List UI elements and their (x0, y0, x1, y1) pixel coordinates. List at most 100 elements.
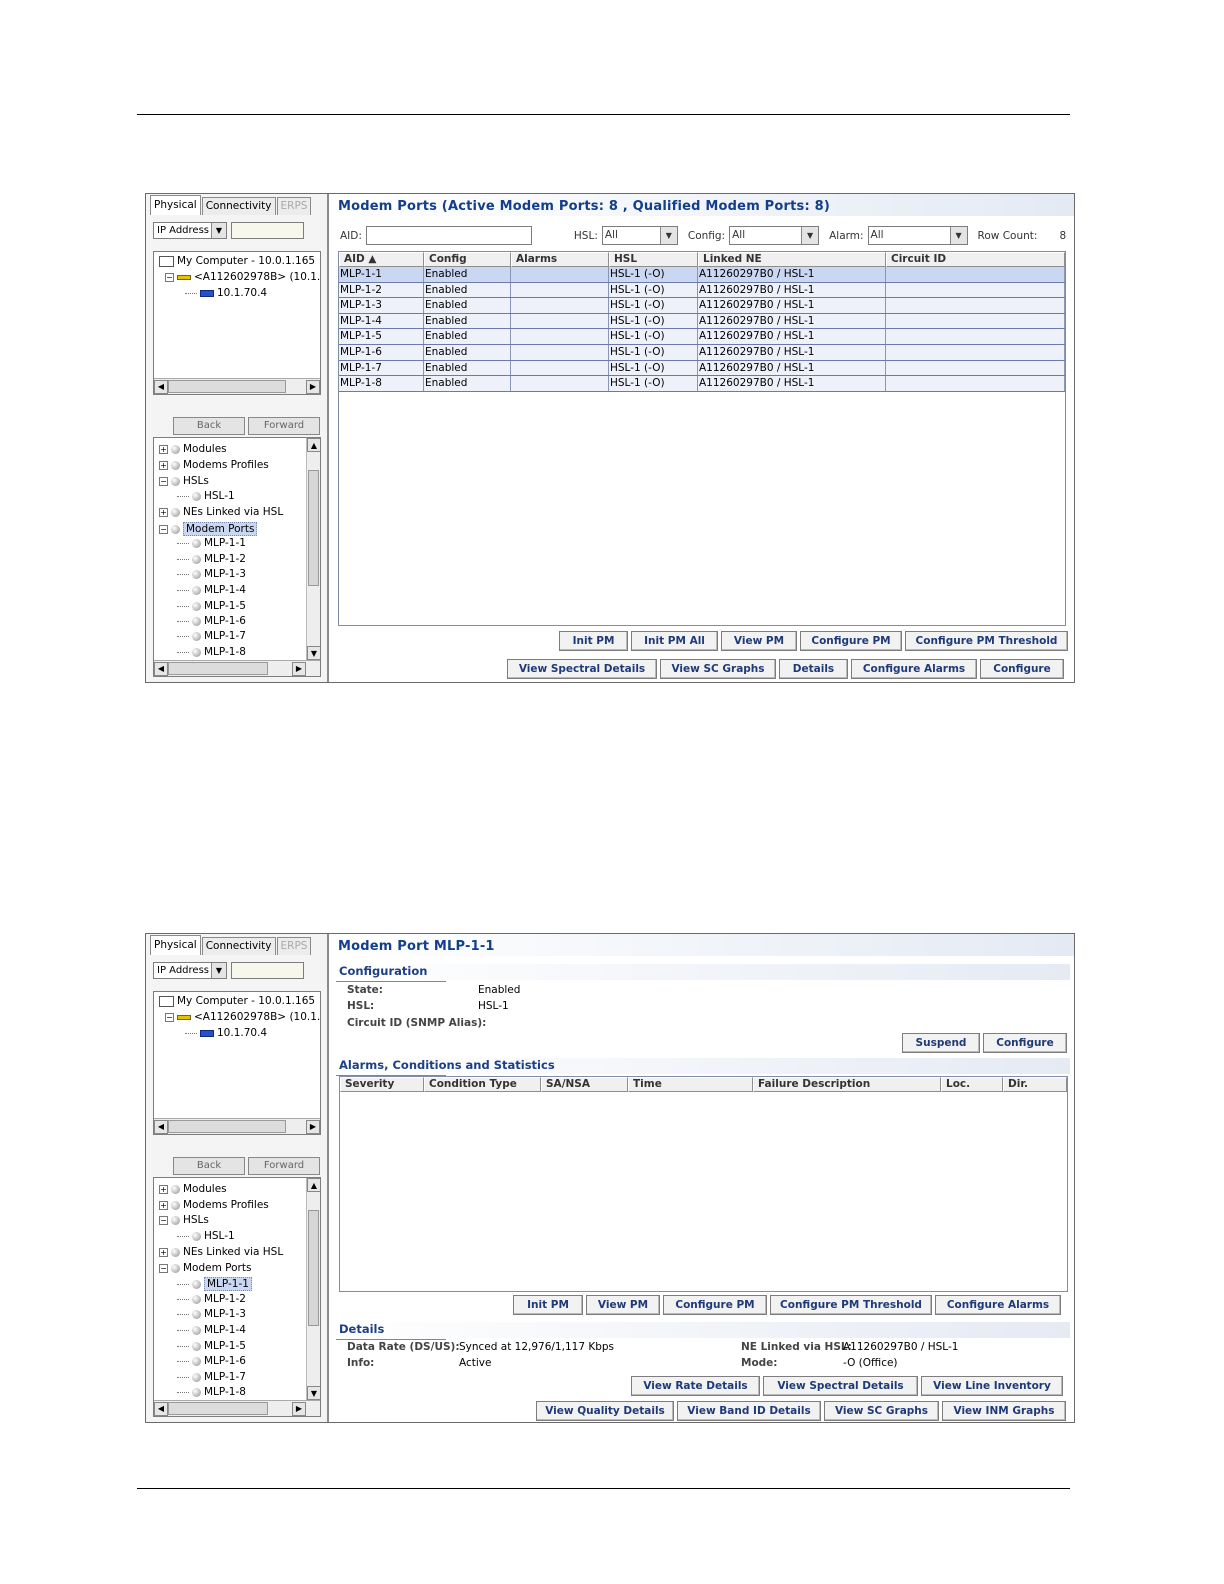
configure-pm-button[interactable]: Configure PM (663, 1295, 767, 1315)
tab-physical[interactable]: Physical (150, 195, 201, 215)
horizontal-scrollbar[interactable]: ◀ ▶ (154, 660, 320, 676)
view-band-id-details-button[interactable]: View Band ID Details (677, 1401, 821, 1421)
tree-node-mlp-1-7[interactable]: MLP-1-7 (177, 1371, 246, 1383)
back-button[interactable]: Back (173, 1157, 245, 1175)
scroll-right-icon[interactable]: ▶ (306, 1119, 320, 1134)
tree-node-modem-ports[interactable]: − Modem Ports (159, 522, 258, 536)
address-input[interactable] (231, 962, 304, 979)
tree-node-modules[interactable]: + Modules (159, 443, 227, 455)
scroll-thumb[interactable] (168, 380, 286, 393)
vertical-scrollbar[interactable]: ▲ ▼ (306, 438, 320, 660)
scroll-right-icon[interactable]: ▶ (306, 379, 320, 394)
tree-node-mlp-1-5[interactable]: MLP-1-5 (177, 600, 246, 612)
column-condition-type[interactable]: Condition Type (424, 1077, 541, 1092)
scroll-thumb[interactable] (168, 662, 268, 675)
column-sa-nsa[interactable]: SA/NSA (541, 1077, 628, 1092)
scroll-left-icon[interactable]: ◀ (154, 661, 168, 676)
tree-node-mlp-1-4[interactable]: MLP-1-4 (177, 1324, 246, 1336)
column-failure-description[interactable]: Failure Description (753, 1077, 941, 1092)
init-pm-button[interactable]: Init PM (513, 1295, 583, 1315)
scroll-down-icon[interactable]: ▼ (307, 1386, 320, 1400)
column-time[interactable]: Time (628, 1077, 753, 1092)
tree-node-mlp-1-8[interactable]: MLP-1-8 (177, 646, 246, 658)
tree-node-profiles[interactable]: + Modems Profiles (159, 459, 269, 471)
column-aid[interactable]: AID ▲ (339, 252, 424, 267)
configure-alarms-button[interactable]: Configure Alarms (935, 1295, 1061, 1315)
tree-node-mlp-1-6[interactable]: MLP-1-6 (177, 1355, 246, 1367)
tree-node-mlp-1-1[interactable]: MLP-1-1 (177, 1277, 252, 1291)
view-inm-graphs-button[interactable]: View INM Graphs (942, 1401, 1066, 1421)
scroll-down-icon[interactable]: ▼ (307, 646, 320, 660)
init-pm-all-button[interactable]: Init PM All (631, 631, 718, 651)
column-hsl[interactable]: HSL (609, 252, 698, 267)
view-spectral-details-button[interactable]: View Spectral Details (507, 659, 657, 679)
tree-node-mlp-1-8[interactable]: MLP-1-8 (177, 1386, 246, 1398)
alarm-filter-select[interactable]: All ▼ (867, 226, 968, 245)
scroll-thumb[interactable] (168, 1402, 268, 1415)
address-type-select[interactable]: IP Address ▼ (153, 962, 227, 979)
view-spectral-details-button[interactable]: View Spectral Details (763, 1376, 918, 1396)
tree-node-mlp-1-6[interactable]: MLP-1-6 (177, 615, 246, 627)
scroll-right-icon[interactable]: ▶ (292, 661, 306, 676)
table-row[interactable]: MLP-1-3 Enabled HSL-1 (-O) A11260297B0 / HS… (339, 298, 1065, 314)
configure-pm-threshold-button[interactable]: Configure PM Threshold (905, 631, 1068, 651)
scroll-thumb[interactable] (168, 1120, 286, 1133)
table-row[interactable]: MLP-1-6 Enabled HSL-1 (-O) A11260297B0 / HS… (339, 344, 1065, 361)
column-circuit-id[interactable]: Circuit ID (886, 252, 1065, 267)
tree-node-my-computer[interactable]: My Computer - 10.0.1.165 (159, 255, 315, 267)
scroll-thumb[interactable] (308, 1210, 319, 1326)
tree-node-mlp-1-7[interactable]: MLP-1-7 (177, 630, 246, 642)
tree-node-mlp-1-5[interactable]: MLP-1-5 (177, 1340, 246, 1352)
column-location[interactable]: Loc. (941, 1077, 1003, 1092)
table-row[interactable]: MLP-1-4 Enabled HSL-1 (-O) A11260297B0 / HS… (339, 313, 1065, 330)
tree-node-modules[interactable]: + Modules (159, 1183, 227, 1195)
tree-node-linked[interactable]: + NEs Linked via HSL (159, 1246, 283, 1258)
tree-node-profiles[interactable]: + Modems Profiles (159, 1199, 269, 1211)
tree-node-mlp-1-3[interactable]: MLP-1-3 (177, 1308, 246, 1320)
horizontal-scrollbar[interactable]: ◀ ▶ (154, 1400, 320, 1416)
table-row[interactable]: MLP-1-7 Enabled HSL-1 (-O) A11260297B0 / HS… (339, 360, 1065, 377)
forward-button[interactable]: Forward (248, 417, 320, 435)
horizontal-scrollbar[interactable]: ◀ ▶ (154, 378, 320, 394)
view-pm-button[interactable]: View PM (721, 631, 797, 651)
view-pm-button[interactable]: View PM (586, 1295, 660, 1315)
tree-node-modem-ports[interactable]: − Modem Ports (159, 1262, 251, 1274)
forward-button[interactable]: Forward (248, 1157, 320, 1175)
tree-node-mlp-1-2[interactable]: MLP-1-2 (177, 1293, 246, 1305)
tree-node-mlp-1-1[interactable]: MLP-1-1 (177, 537, 246, 549)
table-row[interactable]: MLP-1-1 Enabled HSL-1 (-O) A11260297B0 / HS… (339, 267, 1065, 283)
tree-node-ip[interactable]: 10.1.70.4 (185, 1027, 267, 1039)
configure-button[interactable]: Configure (980, 659, 1064, 679)
view-sc-graphs-button[interactable]: View SC Graphs (824, 1401, 939, 1421)
tree-node-ip[interactable]: 10.1.70.4 (185, 287, 267, 299)
column-config[interactable]: Config (424, 252, 511, 267)
scroll-up-icon[interactable]: ▲ (307, 1178, 320, 1192)
tree-node-hsls[interactable]: − HSLs (159, 1214, 209, 1226)
tab-connectivity[interactable]: Connectivity (201, 937, 276, 955)
config-filter-select[interactable]: All ▼ (729, 226, 820, 245)
scroll-right-icon[interactable]: ▶ (292, 1401, 306, 1416)
tree-node-ne[interactable]: − <A112602978B> (10.1.70 (165, 271, 320, 283)
details-button[interactable]: Details (779, 659, 848, 679)
configure-pm-button[interactable]: Configure PM (800, 631, 902, 651)
tab-connectivity[interactable]: Connectivity (201, 197, 276, 215)
tree-node-linked[interactable]: + NEs Linked via HSL (159, 506, 283, 518)
tree-node-ne[interactable]: − <A112602978B> (10.1.70 (165, 1011, 320, 1023)
suspend-button[interactable]: Suspend (902, 1033, 980, 1053)
configure-alarms-button[interactable]: Configure Alarms (851, 659, 977, 679)
tab-erps[interactable]: ERPS (276, 197, 312, 215)
tree-node-mlp-1-3[interactable]: MLP-1-3 (177, 568, 246, 580)
tree-node-hsl-1[interactable]: HSL-1 (177, 490, 235, 502)
view-sc-graphs-button[interactable]: View SC Graphs (660, 659, 776, 679)
scroll-up-icon[interactable]: ▲ (307, 438, 320, 452)
hsl-filter-select[interactable]: All ▼ (601, 226, 678, 245)
tab-physical[interactable]: Physical (150, 935, 201, 955)
tree-node-hsl-1[interactable]: HSL-1 (177, 1230, 235, 1242)
configure-button[interactable]: Configure (983, 1033, 1067, 1053)
column-alarms[interactable]: Alarms (511, 252, 609, 267)
table-row[interactable]: MLP-1-8 Enabled HSL-1 (-O) A11260297B0 / HS… (339, 376, 1065, 392)
column-severity[interactable]: Severity (340, 1077, 424, 1092)
table-row[interactable]: MLP-1-5 Enabled HSL-1 (-O) A11260297B0 / HS… (339, 329, 1065, 345)
scroll-left-icon[interactable]: ◀ (154, 1401, 168, 1416)
tree-node-my-computer[interactable]: My Computer - 10.0.1.165 (159, 995, 315, 1007)
